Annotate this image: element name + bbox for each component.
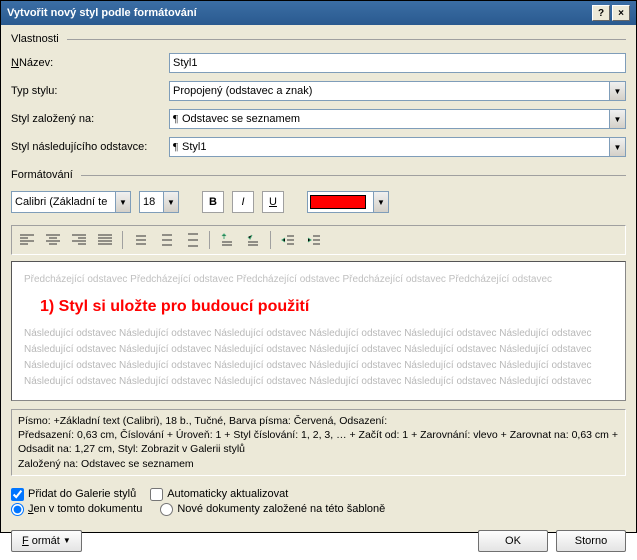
based-on-select[interactable]: ¶Odstavec se seznamem ▼ [169,109,626,129]
chevron-down-icon: ▼ [609,82,625,100]
label-name: NNázev: [11,57,161,69]
style-description: Písmo: +Základní text (Calibri), 18 b., … [11,409,626,476]
label-style-type: Typ stylu: [11,85,161,97]
align-center-button[interactable] [41,229,65,251]
chevron-down-icon: ▼ [609,138,625,156]
underline-button[interactable]: U [262,191,284,213]
chevron-down-icon: ▼ [609,110,625,128]
auto-update-checkbox[interactable]: Automaticky aktualizovat [150,488,288,501]
align-right-button[interactable] [67,229,91,251]
style-type-select[interactable]: Propojený (odstavec a znak) ▼ [169,81,626,101]
indent-increase-button[interactable] [302,229,326,251]
name-input[interactable] [169,53,626,73]
this-doc-radio[interactable]: Jen v tomto dokumentu [11,503,142,516]
line-spacing-15-button[interactable] [154,229,178,251]
help-button[interactable]: ? [592,5,610,21]
align-justify-button[interactable] [93,229,117,251]
preview-pane: Předcházející odstavec Předcházející ods… [11,261,626,401]
titlebar: Vytvořit nový styl podle formátování ? × [1,1,636,25]
add-gallery-checkbox[interactable]: Přidat do Galerie stylů [11,488,136,501]
new-docs-radio[interactable]: Nové dokumenty založené na této šabloně [160,503,385,516]
section-properties: Vlastnosti [11,33,626,45]
font-size-combo[interactable]: 18▼ [139,191,179,213]
close-button[interactable]: × [612,5,630,21]
chevron-down-icon: ▼ [63,536,71,545]
line-spacing-2-button[interactable] [180,229,204,251]
font-color-combo[interactable]: ▼ [307,191,389,213]
bold-button[interactable]: B [202,191,224,213]
chevron-down-icon: ▼ [163,192,178,212]
color-swatch [310,195,366,209]
next-para-select[interactable]: ¶Styl1 ▼ [169,137,626,157]
indent-decrease-button[interactable] [276,229,300,251]
space-before-dec-button[interactable] [241,229,265,251]
line-spacing-1-button[interactable] [128,229,152,251]
space-before-inc-button[interactable] [215,229,239,251]
label-next-para: Styl následujícího odstavce: [11,141,161,153]
preview-sample: 1) Styl si uložte pro budoucí použití [24,288,613,326]
font-family-combo[interactable]: Calibri (Základní te▼ [11,191,131,213]
chevron-down-icon: ▼ [115,192,130,212]
dialog: Vytvořit nový styl podle formátování ? ×… [0,0,637,533]
paragraph-icon: ¶ [173,113,178,125]
chevron-down-icon: ▼ [373,192,388,212]
paragraph-icon: ¶ [173,141,178,153]
label-based-on: Styl založený na: [11,113,161,125]
section-formatting: Formátování [11,169,626,181]
italic-button[interactable]: I [232,191,254,213]
paragraph-toolbar [11,225,626,255]
align-left-button[interactable] [15,229,39,251]
title-text: Vytvořit nový styl podle formátování [7,7,197,19]
